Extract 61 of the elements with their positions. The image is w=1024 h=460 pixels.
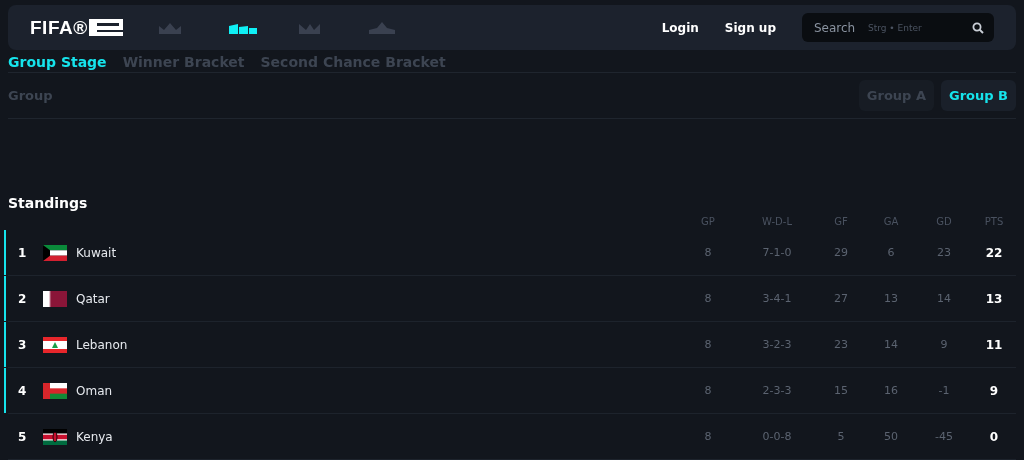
rank: 1 [17,245,28,260]
tab[interactable]: Group Stage [8,54,107,70]
stat-cell-text: 8 [703,338,713,351]
group-button[interactable]: Group B [941,80,1016,111]
stat-cell-text: 23 [833,338,849,351]
rank: 5 [17,429,28,444]
stat-cell-text: 0 [988,429,1000,444]
flag-icon [43,382,67,399]
stat-cell-text: -45 [934,430,954,443]
stat-cell-text: 9 [939,338,949,351]
search-icon[interactable] [972,21,984,34]
logo-icon [88,19,123,36]
logo: FIFA® [30,16,88,39]
stat-cell-text: 14 [936,292,952,305]
stat-cell-text: 8 [703,384,713,397]
stat-cell-text: 6 [886,246,896,259]
flag-icon [43,244,67,261]
column-header: PTS [983,216,1005,227]
column-header: GF [833,216,849,227]
stat-cell-text: 13 [883,292,899,305]
stat-cell-text: 5 [836,430,846,443]
header-link[interactable]: Login [661,20,699,35]
stat-cell-text: 3-2-3 [761,338,793,351]
stat-cell-text: 9 [988,383,1000,398]
stat-cell-text: 11 [984,337,1004,352]
stat-cell-text: 22 [984,245,1004,260]
standings-title: Standings [8,195,89,213]
search-field[interactable]: Search [812,19,860,36]
team-name: Qatar [76,291,111,306]
stat-cell-text: 13 [984,291,1004,306]
header-link[interactable]: Sign up [724,20,776,35]
stat-cell-text: 27 [833,292,849,305]
stat-cell-text: 8 [703,430,713,443]
stat-cell-text: 29 [833,246,849,259]
stat-cell-text: 14 [883,338,899,351]
stat-cell-text: 0-0-8 [761,430,793,443]
stat-cell-text: 2-3-3 [761,384,793,397]
stat-cell-text: 50 [883,430,899,443]
stat-cell-text: 3-4-1 [761,292,793,305]
flag-icon [43,290,67,307]
column-header: W-D-L [761,216,793,227]
team-name: Kenya [76,429,114,444]
team-name: Oman [76,383,114,398]
flag-icon [43,428,67,445]
stat-cell-text: 8 [703,246,713,259]
team-name: Lebanon [76,337,129,352]
column-header: GD [935,216,953,227]
column-header: GA [882,216,900,227]
stat-cell-text: -1 [937,384,951,397]
column-header: GP [700,216,716,227]
rank: 3 [17,337,28,352]
team-name: Kuwait [76,245,118,260]
rank: 4 [17,383,28,398]
stat-cell-text: 8 [703,292,713,305]
stat-cell-text: 23 [936,246,952,259]
stat-cell-text: 7-1-0 [761,246,793,259]
shortcut-hint: Strg • Enter [868,22,923,33]
rank: 2 [17,291,28,306]
stat-cell-text: 15 [833,384,849,397]
stat-cell-text: 16 [883,384,899,397]
flag-icon [43,336,67,353]
